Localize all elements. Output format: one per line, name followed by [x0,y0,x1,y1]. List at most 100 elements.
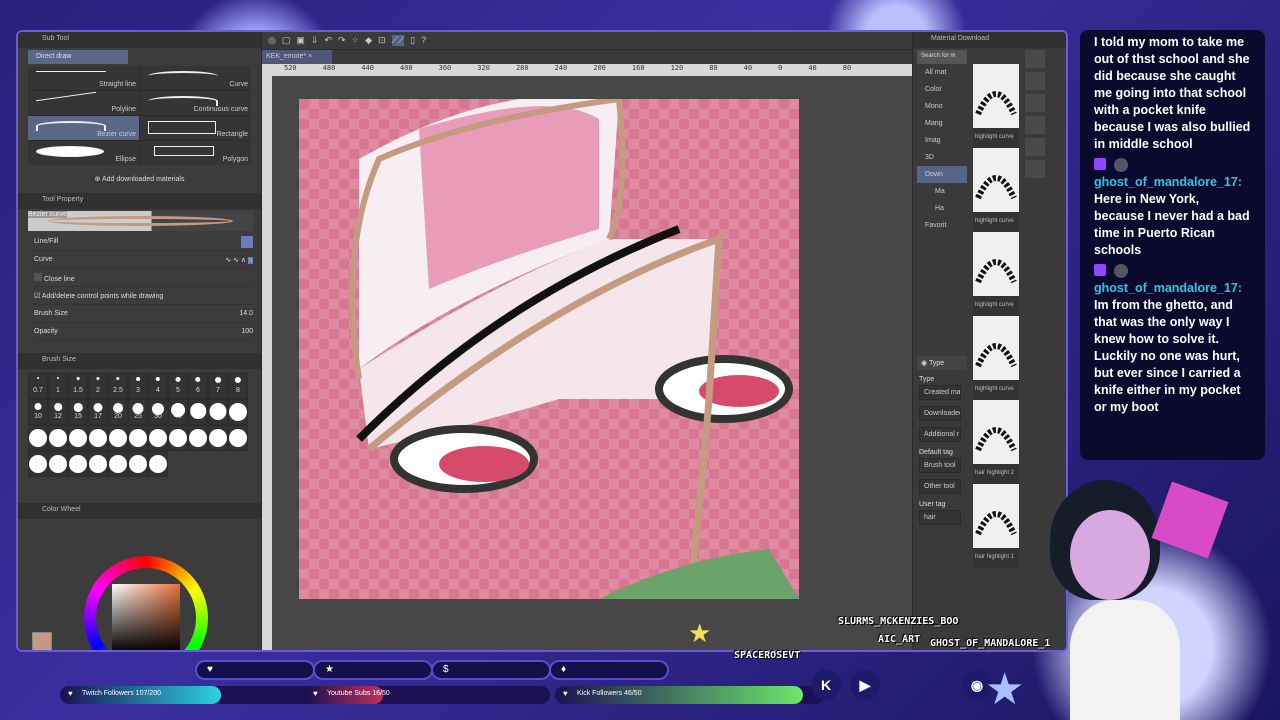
line-fill-row[interactable]: Line/Fill [34,233,253,251]
brush-size-value[interactable]: 14.0 [239,310,253,317]
tool-icon[interactable] [1025,72,1045,90]
material-tree-item[interactable]: Mono [917,98,967,115]
brush-size-cell[interactable]: 4 [148,373,168,399]
type-search[interactable]: ◉ Type [917,356,967,370]
brush-size-cell[interactable]: 1700 [128,451,148,477]
tool-icon[interactable] [1025,160,1045,178]
opacity-slider[interactable]: Opacity 100 [34,323,253,341]
material-download-tab[interactable]: Material Download [913,32,1066,48]
material-tree-item[interactable]: Mang [917,115,967,132]
material-tree-item[interactable]: 3D [917,149,967,166]
color-wheel-tab[interactable]: Color Wheel [18,503,261,519]
brush-size-cell[interactable]: 6 [188,373,208,399]
close-line-checkbox[interactable]: Close line [34,269,253,287]
brush-size-cell[interactable]: 8 [228,373,248,399]
sub-tool-continuous-curve[interactable]: Continuous curve [140,91,251,115]
brush-size-cell[interactable]: 7 [208,373,228,399]
brush-size-cell[interactable]: 5 [168,373,188,399]
color-wheel[interactable] [84,556,208,650]
sub-tool-polyline[interactable]: Polyline [28,91,139,115]
brush-size-tab[interactable]: Brush Size [18,353,261,369]
sub-tool-polygon[interactable]: Polygon [140,141,251,165]
brush-size-cell[interactable]: 600 [228,425,248,451]
brush-size-cell[interactable]: 120 [68,425,88,451]
tool-icon[interactable] [1025,138,1045,156]
material-tree-item[interactable]: All mat [917,64,967,81]
brush-size-cell[interactable]: 80 [28,425,48,451]
main-color-swatch[interactable] [32,632,52,650]
canvas-area[interactable] [272,76,912,650]
brush-size-cell[interactable]: 50 [188,399,208,425]
brush-size-cell[interactable]: 2 [88,373,108,399]
brush-size-cell[interactable]: 1500 [108,451,128,477]
tag-filter-button[interactable]: Brush tool [919,458,961,473]
transform-icon[interactable]: ⊡ [378,35,386,46]
brush-size-cell[interactable]: 700 [28,451,48,477]
brush-size-cell[interactable]: 15 [68,399,88,425]
brush-size-cell[interactable]: 60 [208,399,228,425]
sub-tool-tab[interactable]: Sub Tool [18,32,261,48]
device-icon[interactable]: ▯ [410,35,415,46]
redo-icon[interactable]: ↷ [338,35,346,46]
material-tree-item[interactable]: Favorit [917,217,967,234]
brush-size-cell[interactable]: 800 [48,451,68,477]
youtube-icon[interactable]: ▶ [850,670,880,700]
brush-size-cell[interactable]: 1000 [68,451,88,477]
sub-tool-rectangle[interactable]: Rectangle [140,116,251,140]
tag-filter-button[interactable]: hair [919,510,961,525]
material-thumbnail[interactable]: hair highlight 1 [973,484,1019,568]
brush-size-cell[interactable]: 150 [88,425,108,451]
save-icon[interactable]: ⇩ [311,35,319,46]
sub-tool-straight-line[interactable]: Straight line [28,66,139,90]
curve-row[interactable]: Curve ∿ ∿ ∧ ∩ [34,251,253,269]
brush-size-cell[interactable]: 1200 [88,451,108,477]
material-thumbnail[interactable]: hair highlight 2 [973,400,1019,484]
undo-icon[interactable]: ↶ [324,35,332,46]
curve-type-icons[interactable]: ∿ ∿ ∧ ∩ [225,256,253,264]
document-tab[interactable]: KEK_emote* × [262,50,332,64]
tag-filter-button[interactable]: Additional r [919,427,961,442]
tool-icon[interactable] [1025,50,1045,68]
tool-icon[interactable] [1025,116,1045,134]
brush-size-cell[interactable]: 300 [168,425,188,451]
selection-icon[interactable]: ⁘ [352,35,360,46]
brush-size-cell[interactable]: 400 [188,425,208,451]
material-tree-item[interactable]: Ha [917,200,967,217]
help-icon[interactable]: ? [421,35,426,46]
brush-size-cell[interactable]: 1 [48,373,68,399]
tool-property-tab[interactable]: Tool Property [18,193,261,209]
sub-tool-bezier-curve[interactable]: Bezier curve [28,116,139,140]
brush-size-cell[interactable]: 20 [108,399,128,425]
brush-size-cell[interactable]: 30 [148,399,168,425]
sub-tool-ellipse[interactable]: Ellipse [28,141,139,165]
material-thumbnail[interactable]: highlight curve [973,64,1019,148]
brush-size-cell[interactable]: 2000 [148,451,168,477]
opacity-value[interactable]: 100 [241,328,253,335]
tag-filter-button[interactable]: Downloaded [919,406,961,421]
saturation-value-square[interactable] [112,584,180,650]
sub-tool-group-direct-draw[interactable]: Direct draw [28,50,128,64]
tag-filter-button[interactable]: Created ma [919,385,961,400]
material-thumbnail[interactable]: highlight curve [973,316,1019,400]
brush-size-slider[interactable]: Brush Size 14.0 [34,305,253,323]
brush-size-cell[interactable]: 2.5 [108,373,128,399]
tag-filter-button[interactable]: Other tool [919,479,961,494]
brush-size-cell[interactable]: 1.5 [68,373,88,399]
brush-size-cell[interactable]: 170 [108,425,128,451]
brush-size-cell[interactable]: 250 [148,425,168,451]
brush-size-cell[interactable]: 200 [128,425,148,451]
brush-size-cell[interactable]: 40 [168,399,188,425]
brush-size-cell[interactable]: 3 [128,373,148,399]
brush-size-cell[interactable]: 10 [28,399,48,425]
line-fill-toggle[interactable] [241,235,253,248]
chat-username[interactable]: ghost_of_mandalore_17: [1094,280,1251,297]
material-thumbnail[interactable]: highlight curve [973,148,1019,232]
material-thumbnail[interactable]: highlight curve [973,232,1019,316]
artwork-canvas[interactable] [299,95,799,600]
tool-icon[interactable] [1025,94,1045,112]
ruler-snap-icon[interactable]: ⟋⟋ [391,35,405,46]
chat-username[interactable]: ghost_of_mandalore_17: [1094,174,1251,191]
brush-size-cell[interactable]: 0.7 [28,373,48,399]
brush-size-cell[interactable]: 70 [228,399,248,425]
brush-size-cell[interactable]: 25 [128,399,148,425]
